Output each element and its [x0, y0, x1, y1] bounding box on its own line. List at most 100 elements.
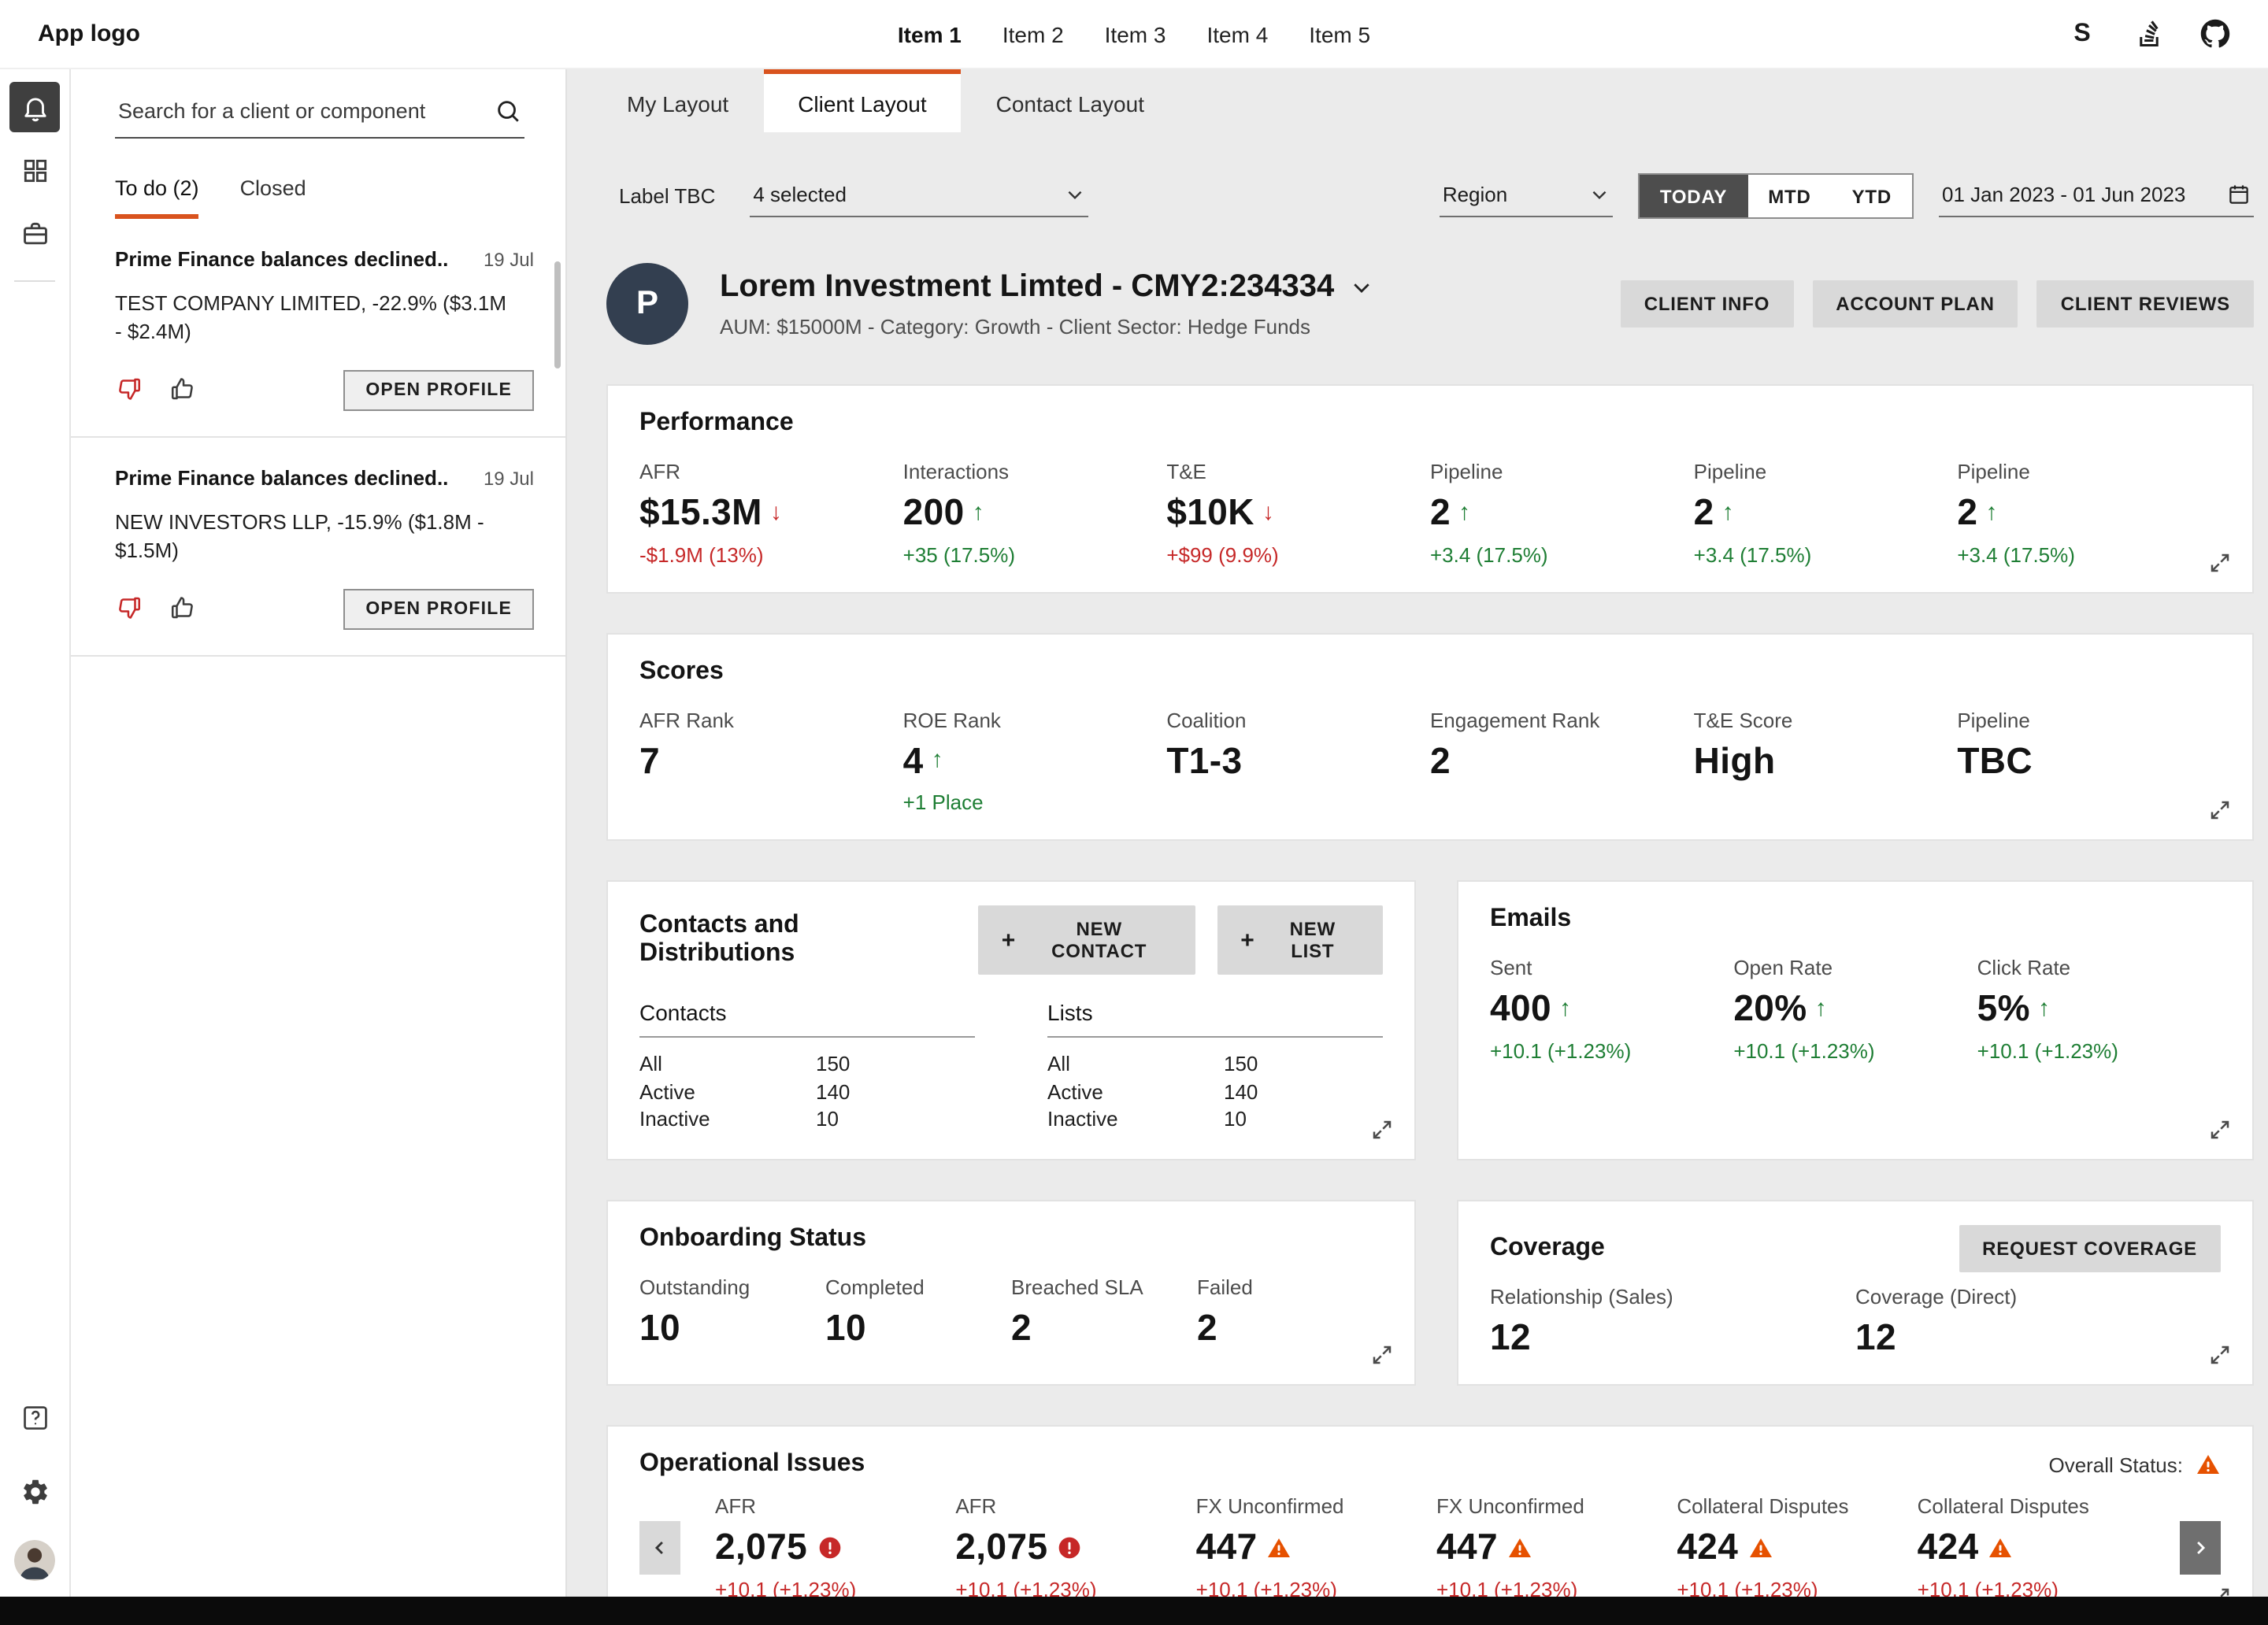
- nav-item-4[interactable]: Item 4: [1206, 0, 1268, 68]
- todo-card: Prime Finance balances declined... 19 Ju…: [71, 438, 565, 657]
- tab-client-layout[interactable]: Client Layout: [763, 69, 961, 132]
- settings-rail-button[interactable]: [9, 1466, 60, 1516]
- tab-todo[interactable]: To do (2): [115, 176, 199, 219]
- request-coverage-button[interactable]: REQUEST COVERAGE: [1959, 1224, 2221, 1271]
- carousel-prev-button[interactable]: [639, 1521, 680, 1575]
- open-profile-button[interactable]: OPEN PROFILE: [343, 589, 534, 630]
- open-profile-button[interactable]: OPEN PROFILE: [343, 370, 534, 411]
- metric-fx-unconfirmed: FX Unconfirmed 447 +10.1 (+1.23%): [1436, 1495, 1677, 1597]
- period-ytd[interactable]: YTD: [1832, 175, 1912, 217]
- period-today[interactable]: TODAY: [1640, 175, 1747, 217]
- notifications-rail-button[interactable]: [9, 82, 60, 132]
- account-plan-button[interactable]: ACCOUNT PLAN: [1812, 280, 2018, 328]
- metric-click-rate: Click Rate 5%↑ +10.1 (+1.23%): [1977, 956, 2221, 1062]
- nav-item-3[interactable]: Item 3: [1105, 0, 1166, 68]
- main-content: My Layout Client Layout Contact Layout L…: [567, 69, 2268, 1597]
- nav-item-2[interactable]: Item 2: [1002, 0, 1064, 68]
- region-select[interactable]: Region: [1440, 175, 1613, 217]
- user-avatar[interactable]: [14, 1540, 55, 1581]
- client-info-button[interactable]: CLIENT INFO: [1621, 280, 1793, 328]
- expand-icon[interactable]: [2208, 1344, 2233, 1369]
- tab-closed[interactable]: Closed: [240, 176, 306, 219]
- metric-coverage-direct: Coverage (Direct) 12: [1855, 1284, 2221, 1359]
- nav-item-1[interactable]: Item 1: [898, 0, 962, 68]
- apps-rail-button[interactable]: [9, 145, 60, 195]
- date-range-picker[interactable]: 01 Jan 2023 - 01 Jun 2023: [1939, 175, 2254, 217]
- warning-icon: [1267, 1535, 1292, 1560]
- workspace-rail-button[interactable]: [9, 208, 60, 258]
- table-row: Inactive10: [639, 1105, 975, 1133]
- app-logo[interactable]: App logo: [38, 20, 140, 47]
- carousel-next-button[interactable]: [2180, 1521, 2221, 1575]
- metric-value: High: [1694, 739, 1776, 783]
- coverage-card: Coverage REQUEST COVERAGE Relationship (…: [1457, 1199, 2254, 1386]
- onboarding-card: Onboarding Status Outstanding 10 Complet…: [606, 1199, 1416, 1386]
- metric-label: AFR: [955, 1495, 1195, 1519]
- sidebar-scrollbar[interactable]: [554, 261, 561, 368]
- metric-delta: +10.1 (+1.23%): [1436, 1578, 1677, 1597]
- metric-value: 2: [1957, 491, 1977, 535]
- metric-delta: -$1.9M (13%): [639, 542, 903, 566]
- metric-value: 200: [903, 491, 965, 535]
- client-reviews-button[interactable]: CLIENT REVIEWS: [2037, 280, 2254, 328]
- card-title: Coverage: [1490, 1234, 1605, 1262]
- help-rail-button[interactable]: [9, 1392, 60, 1442]
- thumbs-up-icon[interactable]: [169, 375, 200, 406]
- chevron-down-icon[interactable]: [1350, 276, 1373, 299]
- expand-icon[interactable]: [2208, 798, 2233, 824]
- row-label: All: [1047, 1050, 1224, 1078]
- lists-group: Lists All150 Active140 Inactive10: [1047, 1000, 1383, 1133]
- expand-icon[interactable]: [2208, 1117, 2233, 1142]
- metric-label: FX Unconfirmed: [1196, 1495, 1436, 1519]
- metric-value: 10: [639, 1306, 680, 1349]
- metric-afr-issues: AFR 2,075 +10.1 (+1.23%): [955, 1495, 1195, 1597]
- metric-value: 2,075: [715, 1527, 807, 1570]
- metric-label: Click Rate: [1977, 956, 2221, 979]
- metric-value: 2: [1197, 1306, 1217, 1349]
- expand-icon[interactable]: [1370, 1117, 1395, 1142]
- top-nav: Item 1 Item 2 Item 3 Item 4 Item 5: [898, 0, 1370, 68]
- date-range-value: 01 Jan 2023 - 01 Jun 2023: [1942, 183, 2185, 206]
- metric-label: Interactions: [903, 460, 1167, 483]
- period-mtd[interactable]: MTD: [1747, 175, 1831, 217]
- top-bar: App logo Item 1 Item 2 Item 3 Item 4 Ite…: [0, 0, 2268, 69]
- trend-down-icon: ↓: [770, 499, 782, 527]
- metric-delta: +10.1 (+1.23%): [955, 1578, 1195, 1597]
- card-title: Scores: [639, 657, 2221, 686]
- metric-label: T&E: [1166, 460, 1430, 483]
- new-list-button[interactable]: +NEW LIST: [1217, 905, 1383, 975]
- search-input[interactable]: [118, 99, 495, 123]
- sidebar-tabs: To do (2) Closed: [115, 176, 565, 219]
- thumbs-down-icon[interactable]: [115, 375, 146, 406]
- trend-up-icon: ↑: [1722, 499, 1734, 527]
- thumbs-down-icon[interactable]: [115, 594, 146, 625]
- expand-icon[interactable]: [1370, 1344, 1395, 1369]
- metric-pipeline: Pipeline 2↑ +3.4 (17.5%): [1957, 460, 2221, 566]
- trend-up-icon: ↑: [932, 747, 943, 775]
- new-contact-button[interactable]: +NEW CONTACT: [978, 905, 1195, 975]
- thumbs-up-icon[interactable]: [169, 594, 200, 625]
- expand-icon[interactable]: [2208, 1586, 2233, 1597]
- metric-label: Engagement Rank: [1430, 708, 1694, 731]
- metric-failed: Failed 2: [1197, 1275, 1383, 1349]
- todo-card-body: TEST COMPANY LIMITED, -22.9% ($3.1M - $2…: [115, 290, 512, 345]
- tab-my-layout[interactable]: My Layout: [592, 69, 763, 132]
- row-label: Active: [639, 1078, 816, 1105]
- rail-divider: [14, 280, 55, 282]
- search-icon[interactable]: [495, 98, 521, 124]
- icon-rail: [0, 69, 71, 1597]
- nav-item-5[interactable]: Item 5: [1309, 0, 1370, 68]
- label-multiselect[interactable]: 4 selected: [750, 175, 1088, 217]
- github-icon[interactable]: [2199, 18, 2230, 50]
- metric-afr-issues: AFR 2,075 +10.1 (+1.23%): [715, 1495, 955, 1597]
- metric-value: 12: [1855, 1316, 1896, 1359]
- s-logo-icon[interactable]: S: [2066, 18, 2098, 50]
- stackoverflow-icon[interactable]: [2133, 18, 2164, 50]
- todo-card-title: Prime Finance balances declined...: [115, 466, 449, 490]
- metric-completed: Completed 10: [825, 1275, 1011, 1349]
- tab-contact-layout[interactable]: Contact Layout: [962, 69, 1179, 132]
- briefcase-icon: [20, 218, 50, 248]
- expand-icon[interactable]: [2208, 550, 2233, 576]
- metric-pipeline: Pipeline 2↑ +3.4 (17.5%): [1694, 460, 1958, 566]
- filter-label: Label TBC: [619, 184, 715, 208]
